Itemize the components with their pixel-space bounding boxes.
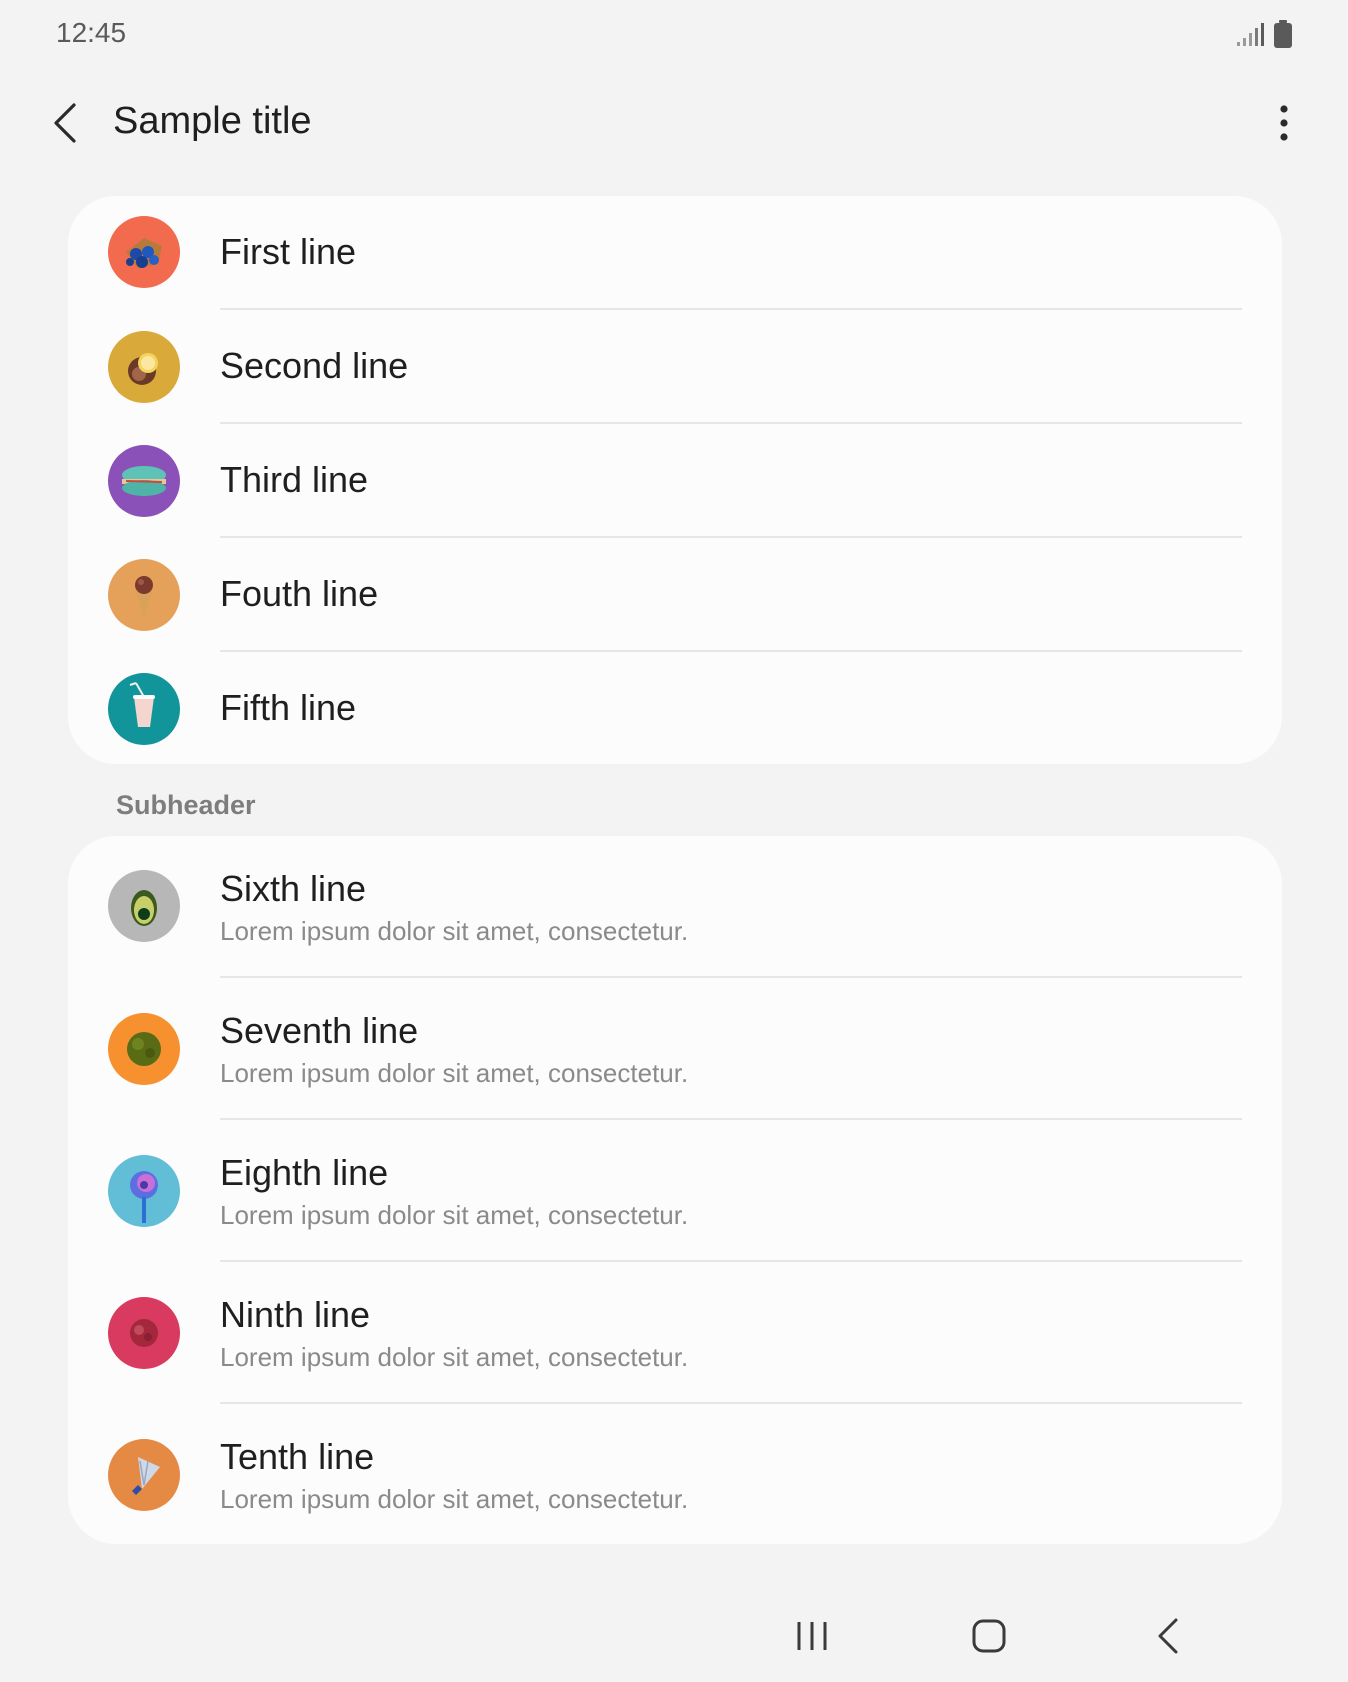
moss-ball-icon [108,1013,180,1085]
app-bar: Sample title [0,78,1348,170]
nav-back-button[interactable] [1138,1610,1198,1662]
list-item-tenth[interactable]: Tenth line Lorem ipsum dolor sit amet, c… [68,1404,1282,1544]
battery-icon [1274,20,1292,53]
home-button[interactable] [959,1610,1019,1662]
list-item-fifth[interactable]: Fifth line [68,652,1282,764]
signal-icon [1236,22,1264,51]
secondary-list-card: Sixth line Lorem ipsum dolor sit amet, c… [68,836,1282,1544]
list-item-secondary-text: Lorem ipsum dolor sit amet, consectetur. [220,916,689,946]
list-item-label: First line [220,231,357,272]
list-item-second[interactable]: Second line [68,310,1282,424]
status-bar: 12:45 [0,0,1348,70]
list-item-label: Fouth line [220,573,379,614]
status-time: 12:45 [56,17,127,48]
more-vertical-icon [1280,105,1288,141]
sweet-ball-icon [108,1297,180,1369]
list-item-label: Third line [220,459,369,500]
list-item-label: Fifth line [220,687,357,728]
list-item-label: Seventh line [220,1010,419,1051]
list-item-eighth[interactable]: Eighth line Lorem ipsum dolor sit amet, … [68,1120,1282,1262]
recents-icon [797,1622,827,1650]
list-item-seventh[interactable]: Seventh line Lorem ipsum dolor sit amet,… [68,978,1282,1120]
primary-list-card: First line Second line Third line Fouth … [68,196,1282,764]
list-item-fourth[interactable]: Fouth line [68,538,1282,652]
list-item-third[interactable]: Third line [68,424,1282,538]
list-item-label: Tenth line [220,1436,375,1477]
list-item-secondary-text: Lorem ipsum dolor sit amet, consectetur. [220,1342,689,1372]
toy-basket-icon [108,216,180,288]
shuttlecock-icon [108,1439,180,1511]
avocado-icon [108,870,180,942]
list-item-sixth[interactable]: Sixth line Lorem ipsum dolor sit amet, c… [68,836,1282,978]
nav-back-icon [1158,1618,1178,1654]
navigation-bar [0,1600,1348,1682]
page-title: Sample title [113,100,312,142]
back-arrow-icon [54,103,76,143]
list-item-secondary-text: Lorem ipsum dolor sit amet, consectetur. [220,1200,689,1230]
section-subheader: Subheader [116,790,256,820]
home-icon [972,1619,1006,1653]
list-item-ninth[interactable]: Ninth line Lorem ipsum dolor sit amet, c… [68,1262,1282,1404]
list-item-first[interactable]: First line [68,196,1282,310]
ice-cream-cone-icon [108,559,180,631]
list-item-label: Second line [220,345,409,386]
recents-button[interactable] [782,1610,842,1662]
list-item-label: Ninth line [220,1294,371,1335]
lollipop-icon [108,1155,180,1227]
more-options-button[interactable] [1262,98,1306,148]
list-item-label: Sixth line [220,868,367,909]
macaron-icon [108,445,180,517]
drink-cup-icon [108,673,180,745]
list-item-secondary-text: Lorem ipsum dolor sit amet, consectetur. [220,1058,689,1088]
list-item-secondary-text: Lorem ipsum dolor sit amet, consectetur. [220,1484,689,1514]
back-button[interactable] [40,98,90,148]
coconut-icon [108,331,180,403]
list-item-label: Eighth line [220,1152,389,1193]
